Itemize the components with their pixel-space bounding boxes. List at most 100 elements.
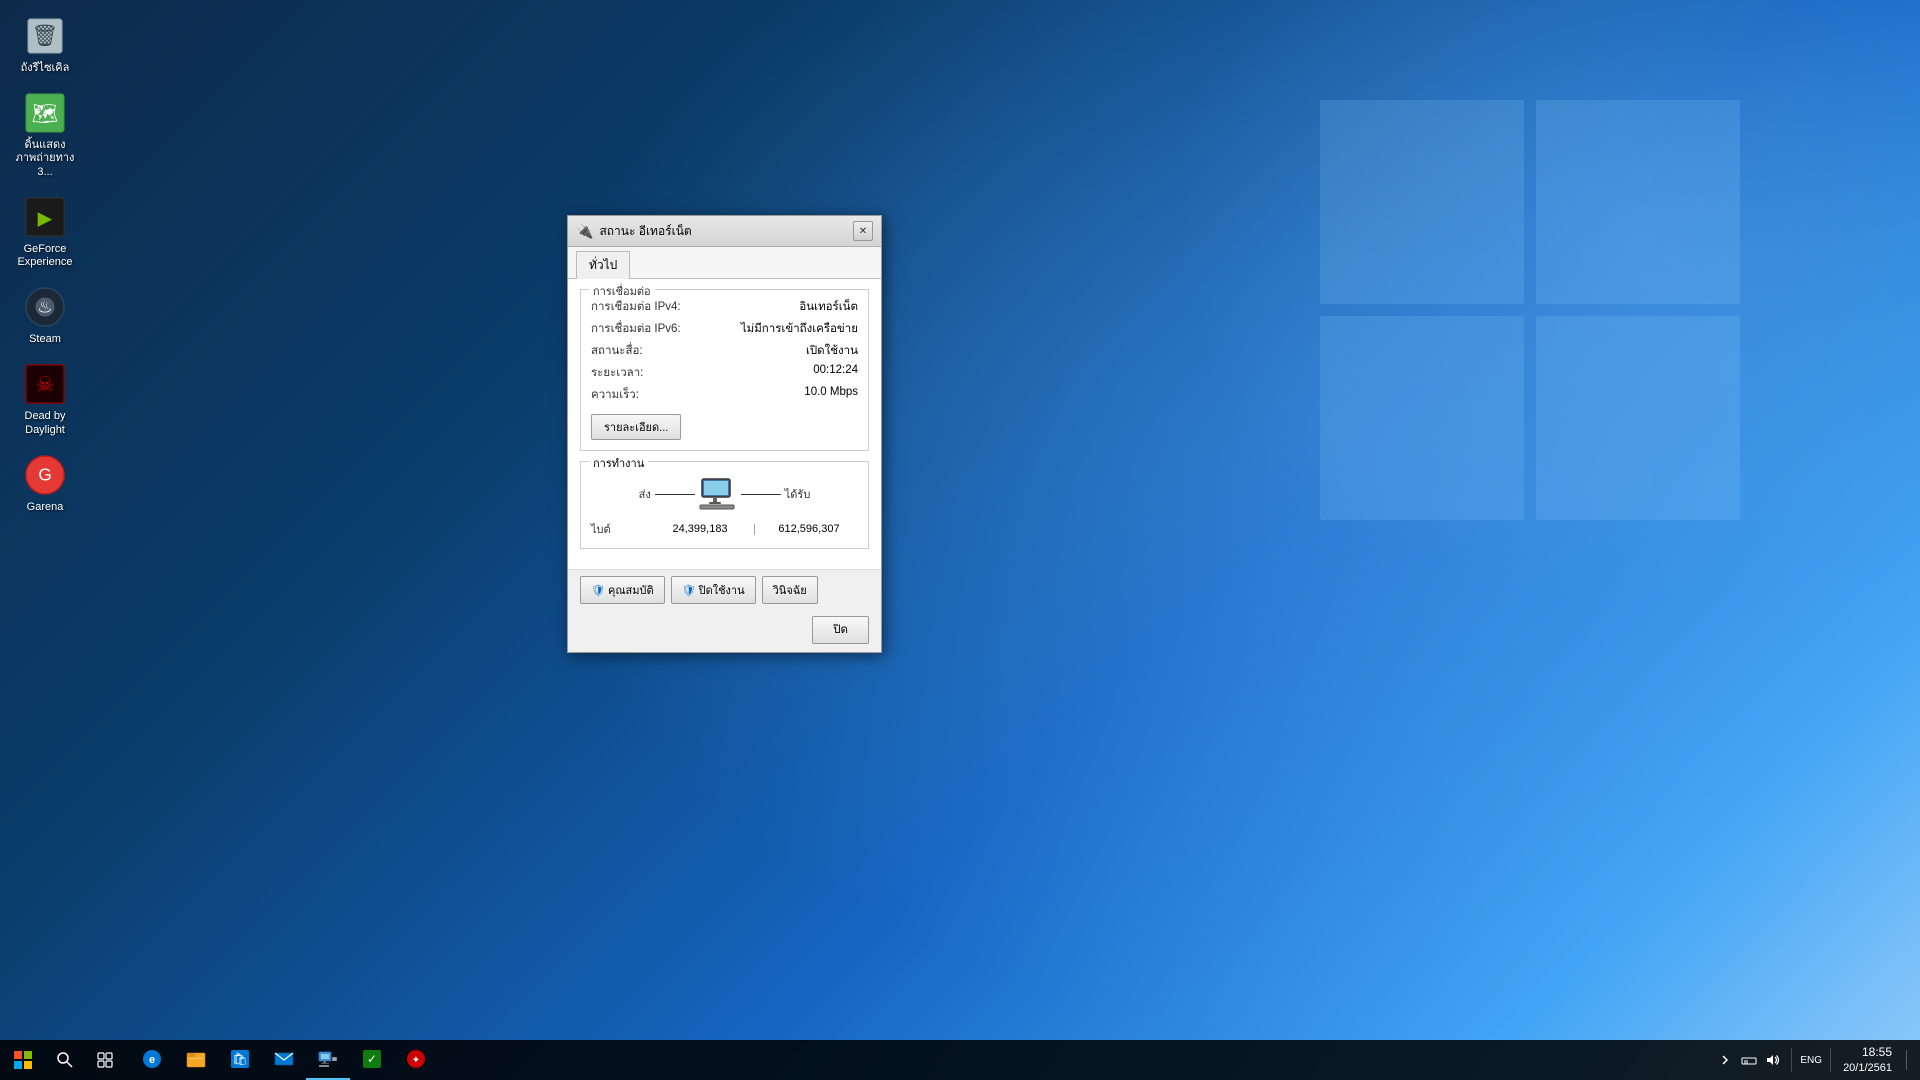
taskbar-redapp[interactable]: ✦ [394, 1040, 438, 1080]
taskbar-explorer[interactable] [174, 1040, 218, 1080]
taskbar-store[interactable]: 🛍 [218, 1040, 262, 1080]
recycle-icon-label: ถังรีไซเคิล [21, 62, 70, 75]
taskbar-edge[interactable]: e [130, 1040, 174, 1080]
task-view-button[interactable] [85, 1040, 125, 1080]
start-button[interactable] [0, 1040, 45, 1080]
desktop-icon-deadbydaylight[interactable]: ☠ Dead by Daylight [5, 358, 85, 440]
taskbar-greenapp[interactable]: ✓ [350, 1040, 394, 1080]
desktop-icon-steam[interactable]: ♨ Steam [5, 281, 85, 350]
geforce-icon: ▶ [23, 195, 67, 239]
duration-row: ระยะเวลา: 00:12:24 [591, 364, 858, 382]
dialog-title-text: สถานะ อีเทอร์เน็ต [599, 222, 847, 241]
send-line [655, 494, 695, 495]
svg-text:♨: ♨ [37, 297, 52, 317]
shield-disable-icon: 🛡 [682, 584, 696, 597]
shield-icon: 🛡 [591, 584, 605, 597]
network-title-icon: 🔌 [576, 223, 593, 240]
svg-text:☠: ☠ [36, 374, 55, 397]
desktop-icon-geforce[interactable]: ▶ GeForce Experience [5, 191, 85, 273]
language-indicator[interactable]: ENG [1796, 1055, 1826, 1066]
taskbar-mail[interactable] [262, 1040, 306, 1080]
speed-label: ความเร็ว: [591, 386, 639, 404]
show-desktop-button[interactable] [1906, 1050, 1912, 1070]
recv-line [741, 494, 781, 495]
state-value: เปิดใช้งาน [806, 342, 858, 360]
ipv4-label: การเชื่อมต่อ IPv4: [591, 298, 681, 316]
desktop: 🗑 ถังรีไซเคิล 🗺 ดิ้นแสดงภาพถ่ายทาง 3... … [0, 0, 1920, 1080]
steam-icon: ♨ [23, 285, 67, 329]
ipv4-row: การเชื่อมต่อ IPv4: อินเทอร์เน็ต [591, 298, 858, 316]
network-computer-icon [699, 478, 737, 510]
svg-text:▶: ▶ [38, 208, 53, 229]
ipv6-label: การเชื่อมต่อ IPv6: [591, 320, 681, 338]
bytes-sent: 24,399,183 [651, 523, 749, 535]
speed-row: ความเร็ว: 10.0 Mbps [591, 386, 858, 404]
bytes-received: 612,596,307 [760, 523, 858, 535]
properties-button[interactable]: 🛡 คุณสมบัติ [580, 576, 665, 604]
ipv6-value: ไม่มีการเข้าถึงเครือข่าย [741, 320, 858, 338]
tab-general[interactable]: ทั่วไป [576, 251, 630, 279]
steam-icon-label: Steam [29, 333, 61, 346]
taskbar-network[interactable] [306, 1040, 350, 1080]
activity-section: การทำงาน ส่ง [580, 461, 869, 549]
disable-button[interactable]: 🛡 ปิดใช้งาน [671, 576, 756, 604]
duration-label: ระยะเวลา: [591, 364, 643, 382]
desktop-icon-recycle[interactable]: 🗑 ถังรีไซเคิล [5, 10, 85, 79]
svg-text:e: e [149, 1054, 155, 1066]
state-row: สถานะสื่อ: เปิดใช้งาน [591, 342, 858, 360]
dialog-close-button[interactable]: ✕ [853, 221, 873, 241]
bytes-label: ไบต์ [591, 520, 651, 538]
geforce-icon-label: GeForce Experience [9, 243, 81, 269]
svg-text:🗺: 🗺 [32, 103, 59, 126]
network-status-dialog: 🔌 สถานะ อีเทอร์เน็ต ✕ ทั่วไป การเชื่อมต่… [567, 215, 882, 653]
svg-text:✓: ✓ [367, 1052, 377, 1066]
systray-icons [1711, 1050, 1787, 1070]
taskbar-pinned-apps: e 🛍 [130, 1040, 438, 1080]
send-diagram-label: ส่ง [639, 485, 651, 503]
taskbar-divider [1791, 1048, 1792, 1072]
svg-text:🛍: 🛍 [232, 1052, 247, 1066]
diagnose-button[interactable]: วินิจฉัย [762, 576, 818, 604]
deadbydaylight-icon: ☠ [23, 362, 67, 406]
svg-text:G: G [38, 464, 51, 484]
taskbar-right: ENG 18:55 20/1/2561 [1711, 1044, 1920, 1076]
desktop-icon-garena[interactable]: G Garena [5, 449, 85, 518]
taskbar: e 🛍 [0, 1040, 1920, 1080]
map3d-icon-label: ดิ้นแสดงภาพถ่ายทาง 3... [9, 139, 81, 179]
connection-legend: การเชื่อมต่อ [589, 282, 655, 300]
search-button[interactable] [45, 1040, 85, 1080]
connection-section: การเชื่อมต่อ การเชื่อมต่อ IPv4: อินเทอร์… [580, 289, 869, 451]
svg-text:✦: ✦ [412, 1055, 420, 1066]
recv-diagram-label: ได้รับ [785, 485, 811, 503]
taskbar-divider2 [1830, 1048, 1831, 1072]
windows-logo-watermark [1320, 100, 1740, 520]
dialog-body: การเชื่อมต่อ การเชื่อมต่อ IPv4: อินเทอร์… [568, 279, 881, 569]
clock-time: 18:55 [1843, 1044, 1892, 1061]
desktop-icon-map3d[interactable]: 🗺 ดิ้นแสดงภาพถ่ายทาง 3... [5, 87, 85, 183]
duration-value: 00:12:24 [813, 364, 858, 382]
activity-legend: การทำงาน [589, 454, 648, 472]
map3d-icon: 🗺 [23, 91, 67, 135]
tray-network-icon[interactable] [1739, 1050, 1759, 1070]
ipv4-value: อินเทอร์เน็ต [799, 298, 858, 316]
tray-volume-icon[interactable] [1763, 1050, 1783, 1070]
dialog-titlebar: 🔌 สถานะ อีเทอร์เน็ต ✕ [568, 216, 881, 247]
clock-date: 20/1/2561 [1843, 1061, 1892, 1076]
svg-text:🗑: 🗑 [32, 24, 59, 48]
network-diagram: ส่ง [591, 470, 858, 516]
close-main-button[interactable]: ปิด [812, 616, 869, 644]
dialog-close-row: ปิด [568, 612, 881, 652]
bytes-row: ไบต์ 24,399,183 | 612,596,307 [591, 520, 858, 538]
dialog-tabs: ทั่วไป [568, 247, 881, 279]
garena-icon-label: Garena [27, 501, 64, 514]
dialog-footer-buttons: 🛡 คุณสมบัติ 🛡 ปิดใช้งาน วินิจฉัย [568, 569, 881, 612]
bytes-divider: | [749, 523, 760, 535]
details-button[interactable]: รายละเอียด... [591, 414, 681, 440]
deadbydaylight-icon-label: Dead by Daylight [9, 410, 81, 436]
recycle-icon: 🗑 [23, 14, 67, 58]
garena-icon: G [23, 453, 67, 497]
tray-chevron[interactable] [1715, 1050, 1735, 1070]
taskbar-clock[interactable]: 18:55 20/1/2561 [1835, 1044, 1900, 1076]
state-label: สถานะสื่อ: [591, 342, 643, 360]
ipv6-row: การเชื่อมต่อ IPv6: ไม่มีการเข้าถึงเครือข… [591, 320, 858, 338]
